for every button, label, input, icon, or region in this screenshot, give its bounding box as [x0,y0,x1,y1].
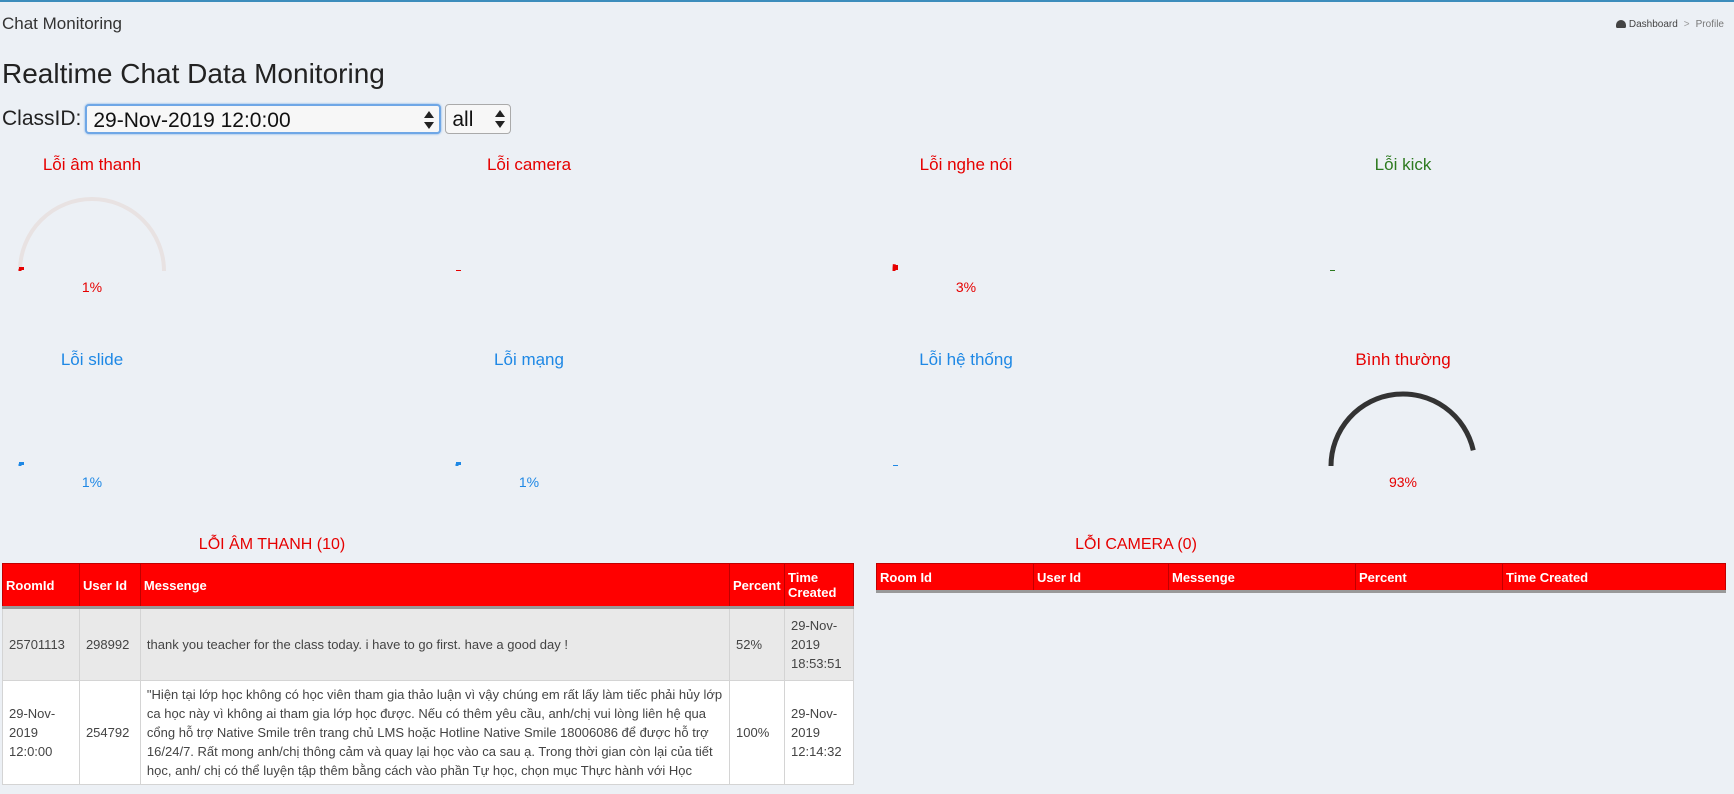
audio-error-title: LỖI ÂM THANH (10) [198,536,346,553]
gauge-value: 93% [1388,474,1418,490]
gauge-arc [892,199,1038,272]
gauge-track [1331,394,1475,466]
table-row[interactable]: 25701113 298992 thank you teacher for th… [2,607,854,681]
cell-roomid: 25701113 [2,607,80,681]
gauge-arc [893,394,1038,466]
breadcrumb-separator: > [1683,19,1690,30]
gauge-arc [18,197,166,272]
gauge-title: Lỗi âm thanh [42,155,142,174]
gauge-marker [893,265,898,270]
gauge-title: Lỗi nghe nói [919,155,1013,174]
camera-error-table: Room Id User Id Messenge Percent Time Cr… [876,563,1726,593]
gauge-6: Lỗi mạng 1% [449,350,869,510]
gauge-value: 1% [81,474,103,490]
classid-label: ClassID: [2,107,82,130]
gauge-marker [893,465,898,466]
filter-row: ClassID: 29-Nov-2019 12:0:00 all [2,104,512,134]
gauge-arc [1328,391,1476,467]
gauge-marker [456,270,461,271]
gauge-5: Lỗi slide 1% [12,350,432,510]
gauge-title: Lỗi camera [486,155,572,174]
gauge-arc [18,394,164,467]
gauge-8: Bình thường 93% [1323,350,1734,510]
breadcrumb-profile: Profile [1695,19,1724,30]
gauge-arc [456,199,601,271]
col-user-id[interactable]: User Id [1033,563,1169,593]
table-row[interactable]: 29-Nov-2019 12:0:00 254792 "Hiện tại lớp… [2,680,854,785]
gauge-track [20,394,164,466]
gauge-title: Lỗi slide [60,350,124,369]
gauge-value-arc [1328,391,1476,467]
gauge-value: 1% [518,474,540,490]
gauge-title: Lỗi hệ thống [919,350,1013,369]
gauge-value: 3% [955,279,977,295]
gauge-track [457,199,601,271]
audio-error-table: RoomId User Id Messenge Percent Time Cre… [2,563,854,785]
gauge-track [457,394,601,466]
col-percent[interactable]: Percent [729,563,785,608]
gauge-track [894,199,1038,271]
cell-percent: 52% [729,607,785,681]
dashboard-icon [1615,20,1626,29]
gauge-4: Lỗi kick [1323,155,1734,315]
col-userid[interactable]: User Id [78,563,141,608]
gauge-marker [456,462,461,465]
col-percent[interactable]: Percent [1355,563,1503,593]
top-bar: Chat Monitoring Dashboard > Profile [0,2,1734,42]
gauge-track [18,197,166,272]
cell-messenge: "Hiện tại lớp học không có học viên tham… [139,680,731,785]
scope-select-value: all [452,108,474,131]
table-header-row: Room Id User Id Messenge Percent Time Cr… [876,563,1726,593]
cell-userid: 254792 [78,680,141,785]
classid-select-value: 29-Nov-2019 12:0:00 [93,109,291,132]
gauge-title: Lỗi kick [1374,155,1432,174]
breadcrumb-dashboard-label[interactable]: Dashboard [1629,19,1678,30]
gauge-marker [19,462,24,465]
cell-percent: 100% [729,680,785,785]
table-header-row: RoomId User Id Messenge Percent Time Cre… [2,563,854,608]
select-arrows-icon [424,110,435,130]
classid-select[interactable]: 29-Nov-2019 12:0:00 [85,104,442,134]
gauge-title: Bình thường [1355,350,1451,369]
gauge-3: Lỗi nghe nói 3% [886,155,1306,315]
gauge-1: Lỗi âm thanh 1% [12,155,432,315]
col-messenge[interactable]: Messenge [139,563,731,608]
cell-time-created: 29-Nov-2019 18:53:51 [784,607,854,681]
cell-roomid: 29-Nov-2019 12:0:00 [2,680,80,785]
page-title: Realtime Chat Data Monitoring [2,58,385,89]
gauge-marker [19,267,24,270]
app-title: Chat Monitoring [2,14,123,33]
col-room-id[interactable]: Room Id [876,563,1034,593]
gauge-7: Lỗi hệ thống [886,350,1306,510]
gauge-arc [1330,199,1475,271]
cell-userid: 298992 [78,607,141,681]
cell-time-created: 29-Nov-2019 12:14:32 [784,680,854,785]
breadcrumb: Dashboard > Profile [1615,19,1724,30]
col-roomid[interactable]: RoomId [2,563,80,608]
gauge-track [1331,199,1475,271]
cell-messenge: thank you teacher for the class today. i… [139,607,731,681]
col-time-created[interactable]: Time Created [784,563,854,608]
col-time-created[interactable]: Time Created [1502,563,1726,593]
gauge-2: Lỗi camera [449,155,869,315]
gauge-value: 1% [81,279,103,295]
camera-error-title: LỖI CAMERA (0) [1075,536,1197,553]
scope-select[interactable]: all [445,104,512,134]
col-messenge[interactable]: Messenge [1168,563,1356,593]
gauge-arc [455,394,601,467]
breadcrumb-dashboard[interactable]: Dashboard [1615,19,1678,30]
gauge-title: Lỗi mạng [494,350,564,369]
gauge-marker [1330,270,1335,271]
gauge-track [894,394,1038,466]
select-arrows-icon [495,109,506,129]
